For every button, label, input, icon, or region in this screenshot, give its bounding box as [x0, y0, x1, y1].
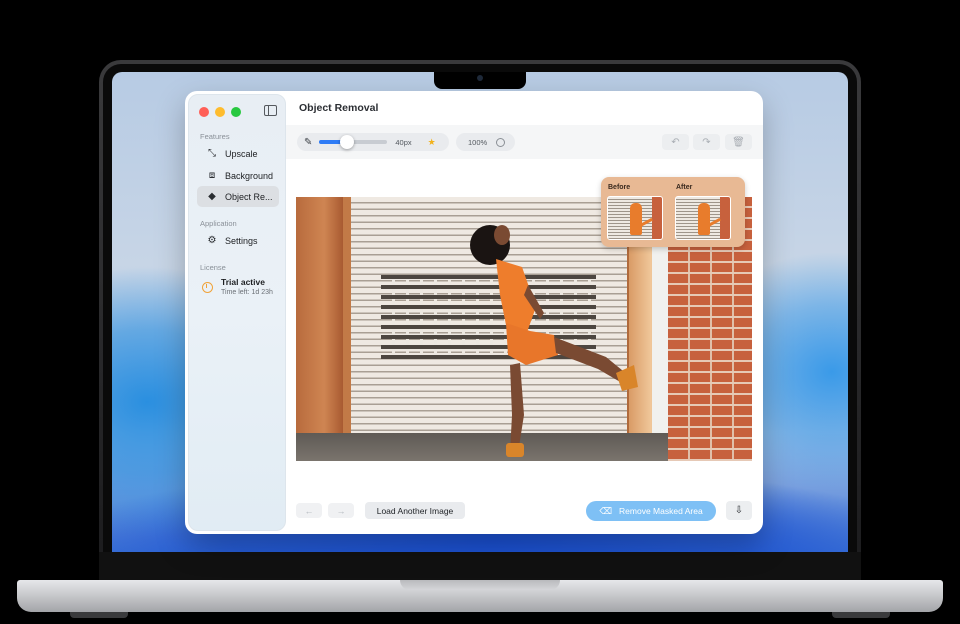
arrow-right-icon: → [336, 505, 346, 516]
section-label-license: License [200, 263, 226, 272]
star-icon[interactable]: ★ [428, 137, 436, 148]
photo-wall-left [296, 197, 343, 461]
trackpad-notch [400, 580, 560, 590]
zoom-reset-icon[interactable] [496, 137, 506, 147]
app-window: Features ⤡ Upscale ⧈ Background ◆ Object… [185, 91, 763, 534]
brush-icon: ✎ [304, 136, 313, 148]
brush-size-control: ✎ 40px ★ [297, 133, 449, 151]
before-thumbnail[interactable] [607, 196, 663, 240]
next-button[interactable]: → [328, 503, 354, 518]
export-button[interactable]: ⇩ [726, 501, 752, 520]
laptop-hinge [99, 552, 861, 580]
after-thumbnail[interactable] [675, 196, 731, 240]
redo-icon: ↷ [702, 136, 711, 148]
laptop-foot [70, 612, 128, 618]
section-label-application: Application [200, 219, 237, 228]
license-title: Trial active [221, 277, 265, 287]
undo-icon: ↶ [671, 136, 680, 148]
sidebar-item-label: Upscale [225, 148, 258, 159]
page-title: Object Removal [299, 102, 379, 114]
camera-icon [477, 75, 483, 81]
brush-size-slider[interactable] [319, 135, 388, 149]
desktop: Features ⤡ Upscale ⧈ Background ◆ Object… [0, 0, 960, 624]
eraser-icon: ⌫ [599, 505, 613, 516]
zoom-window-button[interactable] [231, 107, 241, 117]
section-label-features: Features [200, 132, 230, 141]
sidebar-item-object-removal[interactable]: ◆ Object Re... [197, 186, 279, 207]
laptop-foot [832, 612, 890, 618]
thumb-wall [720, 197, 730, 239]
sidebar-toggle-icon[interactable] [264, 105, 277, 116]
remove-masked-area-label: Remove Masked Area [619, 506, 703, 516]
sidebar-item-label: Background [225, 170, 274, 181]
license-time-left: Time left: 1d 23h [221, 289, 273, 296]
laptop-base [17, 580, 943, 612]
zoom-control[interactable]: 100% [456, 133, 515, 151]
delete-button[interactable]: 🗑 [725, 134, 752, 150]
brush-size-value: 40px [395, 137, 412, 147]
thumb-subject [698, 203, 710, 235]
after-label: After [676, 184, 693, 191]
before-after-preview[interactable]: Before After [601, 177, 745, 247]
undo-button[interactable]: ↶ [662, 134, 689, 150]
close-window-button[interactable] [199, 107, 209, 117]
license-status[interactable]: Trial active Time left: 1d 23h [202, 277, 273, 296]
export-icon: ⇩ [734, 505, 744, 516]
eraser-icon: ◆ [208, 191, 216, 202]
arrow-left-icon: ← [304, 505, 314, 516]
sidebar-item-background[interactable]: ⧈ Background [197, 165, 279, 186]
sidebar-item-label: Object Re... [225, 191, 273, 202]
clock-icon [202, 282, 213, 293]
load-another-image-button[interactable]: Load Another Image [365, 502, 465, 519]
redo-button[interactable]: ↷ [693, 134, 720, 150]
arrows-expand-icon: ⤡ [208, 148, 216, 159]
sidebar-item-settings[interactable]: ⚙ Settings [197, 230, 279, 251]
previous-button[interactable]: ← [296, 503, 322, 518]
sidebar: Features ⤡ Upscale ⧈ Background ◆ Object… [188, 94, 286, 531]
sidebar-item-label: Settings [225, 235, 258, 246]
thumb-subject [630, 203, 642, 235]
trash-icon: 🗑 [732, 136, 745, 148]
camera-notch [434, 72, 526, 89]
before-label: Before [608, 184, 631, 191]
zoom-value: 100% [468, 137, 488, 147]
photo-subject [470, 225, 638, 457]
gear-icon: ⚙ [207, 235, 217, 246]
person-frame-icon: ⧈ [208, 170, 216, 181]
slider-knob[interactable] [339, 135, 354, 149]
sidebar-item-upscale[interactable]: ⤡ Upscale [197, 143, 279, 164]
minimize-window-button[interactable] [215, 107, 225, 117]
remove-masked-area-button[interactable]: ⌫ Remove Masked Area [586, 501, 716, 521]
thumb-wall [652, 197, 662, 239]
